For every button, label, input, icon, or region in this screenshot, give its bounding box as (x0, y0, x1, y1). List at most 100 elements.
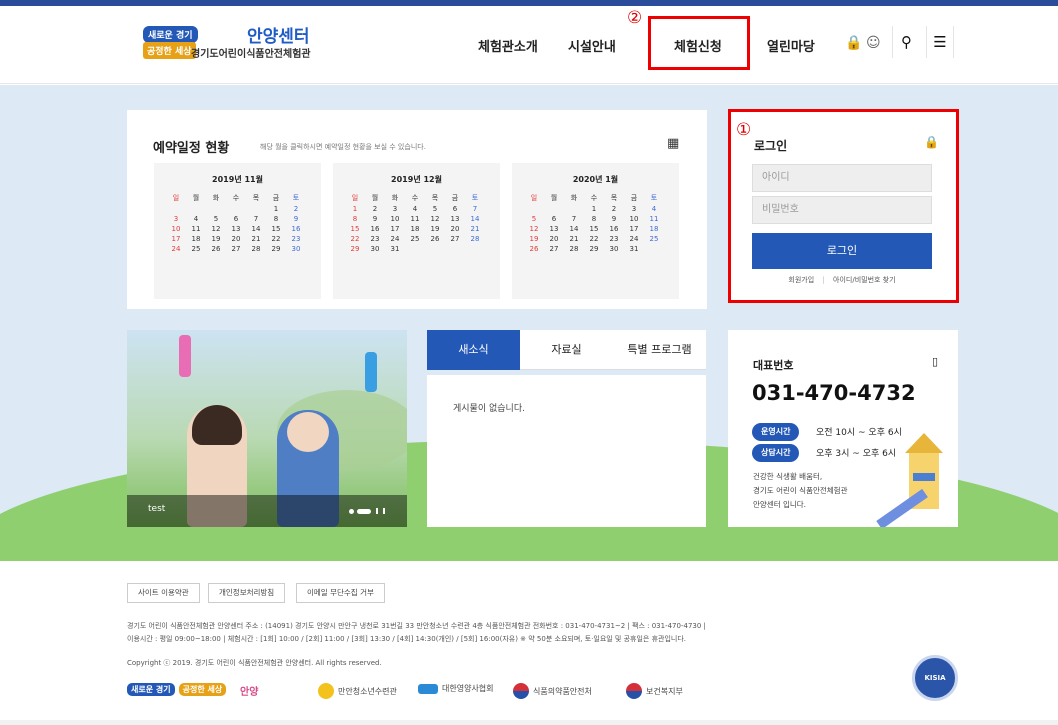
calendar-day[interactable]: 22 (584, 235, 604, 243)
calendar-day[interactable]: 21 (465, 225, 485, 233)
pause-icon-bar[interactable] (383, 508, 385, 514)
calendar-day[interactable]: 20 (445, 225, 465, 233)
slide-pager[interactable] (349, 508, 385, 514)
pause-icon[interactable] (376, 508, 378, 514)
calendar-day[interactable]: 25 (186, 245, 206, 253)
partner-youth-center[interactable]: 만안청소년수련관 (318, 683, 397, 699)
calendar-day[interactable]: 5 (425, 205, 445, 213)
calendar-day[interactable]: 27 (544, 245, 564, 253)
calendar-day[interactable]: 18 (644, 225, 664, 233)
partner-dietitian[interactable]: 대한영양사협회 (418, 683, 494, 694)
calendar-day[interactable]: 30 (365, 245, 385, 253)
calendar-day[interactable]: 6 (544, 215, 564, 223)
calendar-day[interactable]: 20 (226, 235, 246, 243)
calendar-day[interactable]: 27 (226, 245, 246, 253)
partner-mohw[interactable]: 보건복지부 (626, 683, 683, 699)
calendar-day[interactable]: 28 (246, 245, 266, 253)
calendar-day[interactable]: 14 (246, 225, 266, 233)
month-3[interactable]: 2020년 1월 일 월 화 수 목 금 토 1 2 3 4 5 6 7 8 9 10 11 12 13 14 15 16 1… (512, 163, 679, 299)
calendar-day[interactable]: 24 (166, 245, 186, 253)
calendar-day[interactable]: 9 (604, 215, 624, 223)
calendar-day[interactable]: 15 (266, 225, 286, 233)
calendar-day[interactable]: 10 (385, 215, 405, 223)
menu-icon[interactable]: ☰ (926, 26, 954, 58)
calendar-day[interactable]: 8 (345, 215, 365, 223)
email-refusal-button[interactable]: 이메일 무단수집 거부 (296, 583, 385, 603)
calendar-day[interactable]: 19 (206, 235, 226, 243)
search-icon[interactable]: ⚲ (892, 26, 920, 58)
calendar-day[interactable]: 3 (166, 215, 186, 223)
calendar-day[interactable]: 26 (524, 245, 544, 253)
calendar-day[interactable]: 5 (206, 215, 226, 223)
month-2[interactable]: 2019년 12월 일 월 화 수 목 금 토 1 2 3 4 5 6 7 8 9 10 11 12 13 14 15 16… (333, 163, 500, 299)
calendar-day[interactable]: 24 (624, 235, 644, 243)
calendar-day[interactable]: 16 (365, 225, 385, 233)
calendar-day[interactable]: 13 (226, 225, 246, 233)
calendar-day[interactable]: 15 (584, 225, 604, 233)
calendar-day[interactable]: 23 (365, 235, 385, 243)
calendar-day[interactable]: 14 (465, 215, 485, 223)
nav-item-facility[interactable]: 시설안내 (568, 36, 616, 55)
calendar-day[interactable]: 3 (385, 205, 405, 213)
calendar-day[interactable]: 14 (564, 225, 584, 233)
calendar-day[interactable]: 24 (385, 235, 405, 243)
tab-resources[interactable]: 자료실 (520, 330, 613, 370)
calendar-day[interactable]: 18 (186, 235, 206, 243)
calendar-day[interactable]: 7 (246, 215, 266, 223)
calendar-day[interactable]: 30 (286, 245, 306, 253)
calendar-day[interactable]: 2 (604, 205, 624, 213)
calendar-day[interactable]: 6 (226, 215, 246, 223)
calendar-day[interactable]: 13 (544, 225, 564, 233)
calendar-day[interactable]: 7 (564, 215, 584, 223)
calendar-day[interactable]: 31 (385, 245, 405, 253)
calendar-day[interactable]: 6 (445, 205, 465, 213)
calendar-day[interactable]: 12 (524, 225, 544, 233)
calendar-day[interactable]: 29 (266, 245, 286, 253)
calendar-day[interactable]: 26 (206, 245, 226, 253)
calendar-day[interactable]: 10 (624, 215, 644, 223)
calendar-day[interactable]: 25 (644, 235, 664, 243)
calendar-day[interactable]: 8 (266, 215, 286, 223)
calendar-day[interactable]: 1 (584, 205, 604, 213)
calendar-day[interactable]: 4 (644, 205, 664, 213)
calendar-day[interactable]: 13 (445, 215, 465, 223)
calendar-day[interactable]: 23 (286, 235, 306, 243)
calendar-day[interactable]: 1 (266, 205, 286, 213)
calendar-day[interactable]: 22 (266, 235, 286, 243)
calendar-day[interactable]: 17 (166, 235, 186, 243)
calendar-day[interactable]: 28 (465, 235, 485, 243)
nav-item-community[interactable]: 열린마당 (767, 36, 815, 55)
partner-mfds[interactable]: 식품의약품안전처 (513, 683, 592, 699)
calendar-day[interactable]: 5 (524, 215, 544, 223)
calendar-day[interactable]: 2 (286, 205, 306, 213)
calendar-day[interactable]: 7 (465, 205, 485, 213)
calendar-day[interactable]: 29 (345, 245, 365, 253)
partner-anyang[interactable]: 안양 (240, 683, 258, 698)
calendar-day[interactable]: 26 (425, 235, 445, 243)
user-icon[interactable]: ☺ (866, 35, 881, 51)
calendar-day[interactable]: 4 (405, 205, 425, 213)
calendar-day[interactable]: 11 (644, 215, 664, 223)
calendar-day[interactable]: 22 (345, 235, 365, 243)
calendar-day[interactable]: 27 (445, 235, 465, 243)
calendar-day[interactable]: 16 (286, 225, 306, 233)
site-logo[interactable]: 새로운 경기 공정한 세상 안양센터 경기도어린이식품안전체험관 (143, 20, 323, 70)
calendar-day[interactable]: 31 (624, 245, 644, 253)
month-1[interactable]: 2019년 11월 일 월 화 수 목 금 토 1 2 3 4 5 6 7 8 9 10 11 12 13 14 15 16… (154, 163, 321, 299)
photo-slider[interactable]: test (127, 330, 407, 527)
calendar-day[interactable]: 20 (544, 235, 564, 243)
calendar-icon[interactable]: ▦ (667, 136, 679, 151)
tab-news[interactable]: 새소식 (427, 330, 520, 370)
calendar-day[interactable]: 8 (584, 215, 604, 223)
calendar-day[interactable]: 19 (425, 225, 445, 233)
calendar-day[interactable]: 29 (584, 245, 604, 253)
calendar-day[interactable]: 28 (564, 245, 584, 253)
lock-icon[interactable]: 🔒 (845, 35, 862, 51)
calendar-day[interactable]: 10 (166, 225, 186, 233)
calendar-day[interactable]: 25 (405, 235, 425, 243)
calendar-day[interactable]: 16 (604, 225, 624, 233)
calendar-day[interactable]: 17 (385, 225, 405, 233)
calendar-day[interactable]: 19 (524, 235, 544, 243)
calendar-day[interactable]: 11 (186, 225, 206, 233)
calendar-day[interactable]: 18 (405, 225, 425, 233)
